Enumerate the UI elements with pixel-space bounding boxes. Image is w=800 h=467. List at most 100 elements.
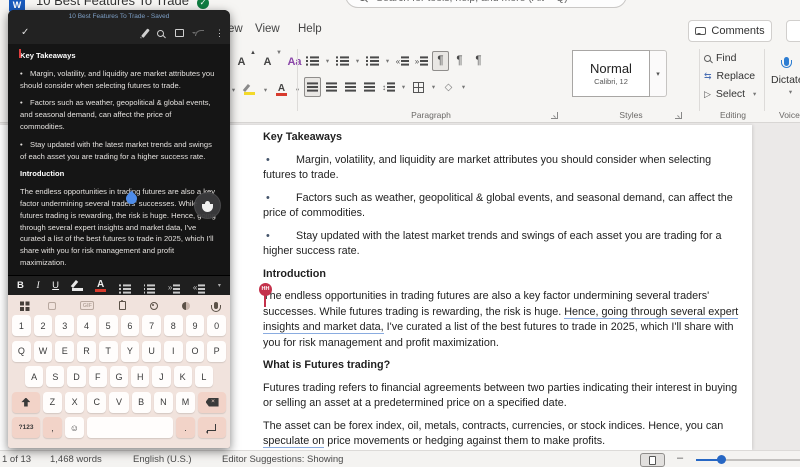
key-7[interactable]: 7: [142, 315, 161, 336]
show-paragraph-marks-button[interactable]: ¶: [470, 51, 487, 71]
replace-button[interactable]: ⇆ Replace: [704, 70, 755, 82]
dropdown-caret-icon[interactable]: ▾: [353, 57, 362, 65]
key-w[interactable]: W: [34, 341, 53, 362]
zoom-slider-thumb[interactable]: [717, 455, 726, 464]
ltr-paragraph-button-selected[interactable]: ¶: [432, 51, 449, 71]
bullet-list-button[interactable]: [304, 51, 321, 71]
align-left-button-selected[interactable]: [304, 77, 321, 97]
decrease-indent-button[interactable]: «: [394, 51, 411, 71]
styles-dialog-launcher[interactable]: [675, 112, 682, 119]
increase-indent-button[interactable]: »: [168, 277, 180, 295]
zoom-out-button[interactable]: –: [677, 452, 683, 464]
dictate-dropdown[interactable]: ▾: [786, 88, 795, 96]
numbered-list-button[interactable]: [143, 277, 155, 295]
key-r[interactable]: R: [77, 341, 96, 362]
select-button[interactable]: ▷ Select ▾: [704, 88, 759, 100]
increase-indent-button[interactable]: »: [413, 51, 430, 71]
font-color-button[interactable]: A: [95, 280, 106, 292]
italic-button[interactable]: I: [36, 281, 39, 291]
sticker-icon[interactable]: [48, 302, 56, 310]
undo-icon[interactable]: [195, 30, 204, 36]
editor-suggestions-indicator[interactable]: Editor Suggestions: Showing: [222, 454, 343, 465]
key-s[interactable]: S: [46, 366, 64, 387]
tab-help[interactable]: Help: [298, 23, 322, 35]
key-b[interactable]: B: [132, 392, 151, 413]
borders-button[interactable]: [410, 77, 427, 97]
comma-key[interactable]: ,: [43, 417, 62, 438]
find-button[interactable]: Find: [704, 52, 736, 64]
emoji-key[interactable]: ☺: [65, 417, 84, 438]
justify-button[interactable]: [361, 77, 378, 97]
highlight-color-button[interactable]: [241, 80, 258, 100]
bold-button[interactable]: B: [17, 280, 24, 291]
key-4[interactable]: 4: [77, 315, 96, 336]
search-box[interactable]: Search for tools, help, and more (Alt + …: [345, 0, 627, 8]
key-o[interactable]: O: [186, 341, 205, 362]
key-c[interactable]: C: [87, 392, 106, 413]
key-v[interactable]: V: [109, 392, 128, 413]
dropdown-caret-icon[interactable]: ▾: [261, 86, 270, 94]
shrink-font-button[interactable]: A▼: [259, 52, 276, 72]
clipboard-icon[interactable]: [119, 301, 126, 310]
dropdown-caret-icon[interactable]: ▾: [229, 86, 238, 94]
key-0[interactable]: 0: [207, 315, 226, 336]
keyboard-mic-icon[interactable]: [214, 302, 218, 309]
voice-typing-mic-button[interactable]: [194, 192, 221, 219]
period-key[interactable]: .: [176, 417, 195, 438]
style-gallery-dropdown[interactable]: ▾: [650, 50, 667, 97]
key-p[interactable]: P: [207, 341, 226, 362]
space-key[interactable]: [87, 417, 173, 438]
phone-search-icon[interactable]: [157, 30, 164, 37]
shading-button[interactable]: ◇: [440, 77, 457, 97]
dropdown-caret-icon[interactable]: ▾: [323, 57, 332, 65]
paragraph-dialog-launcher[interactable]: [551, 112, 558, 119]
collapse-caret-icon[interactable]: ▾: [218, 282, 221, 289]
key-3[interactable]: 3: [55, 315, 74, 336]
key-t[interactable]: T: [99, 341, 118, 362]
ink-pen-icon[interactable]: [141, 28, 149, 37]
align-center-button[interactable]: [323, 77, 340, 97]
line-spacing-button[interactable]: ↕: [380, 77, 397, 97]
shift-key[interactable]: [12, 392, 40, 413]
key-d[interactable]: D: [67, 366, 85, 387]
key-k[interactable]: K: [174, 366, 192, 387]
dropdown-caret-icon[interactable]: ▾: [429, 83, 438, 91]
key-g[interactable]: G: [110, 366, 128, 387]
tab-view[interactable]: View: [255, 23, 280, 35]
font-color-button[interactable]: A: [273, 80, 290, 100]
dropdown-caret-icon[interactable]: ▾: [383, 57, 392, 65]
key-q[interactable]: Q: [12, 341, 31, 362]
key-h[interactable]: H: [131, 366, 149, 387]
key-2[interactable]: 2: [34, 315, 53, 336]
done-check-icon[interactable]: ✓: [21, 27, 29, 38]
dropdown-caret-icon[interactable]: ▾: [399, 83, 408, 91]
key-i[interactable]: I: [164, 341, 183, 362]
key-e[interactable]: E: [55, 341, 74, 362]
multilevel-list-button[interactable]: [364, 51, 381, 71]
key-a[interactable]: A: [25, 366, 43, 387]
key-j[interactable]: J: [152, 366, 170, 387]
highlight-button[interactable]: [72, 281, 83, 291]
key-5[interactable]: 5: [99, 315, 118, 336]
key-l[interactable]: L: [195, 366, 213, 387]
key-z[interactable]: Z: [43, 392, 62, 413]
rtl-paragraph-button[interactable]: ¶: [451, 51, 468, 71]
keyboard-apps-grid-icon[interactable]: [20, 301, 24, 305]
key-u[interactable]: U: [142, 341, 161, 362]
symbols-key[interactable]: ?123: [12, 417, 40, 438]
key-n[interactable]: N: [154, 392, 173, 413]
dictate-button[interactable]: [784, 53, 789, 71]
key-x[interactable]: X: [65, 392, 84, 413]
word-count[interactable]: 1,468 words: [50, 454, 102, 465]
style-gallery-normal[interactable]: Normal Calibri, 12: [572, 50, 650, 97]
overflow-menu-icon[interactable]: ⋮: [215, 29, 224, 38]
share-button-partial[interactable]: [786, 20, 800, 42]
dropdown-caret-icon[interactable]: ▾: [459, 83, 468, 91]
key-y[interactable]: Y: [121, 341, 140, 362]
key-f[interactable]: F: [89, 366, 107, 387]
language-indicator[interactable]: English (U.S.): [133, 454, 192, 465]
page-indicator[interactable]: 1 of 13: [2, 454, 31, 465]
gif-icon[interactable]: GIF: [80, 301, 94, 310]
keyboard-theme-icon[interactable]: [182, 302, 190, 310]
key-m[interactable]: M: [176, 392, 195, 413]
